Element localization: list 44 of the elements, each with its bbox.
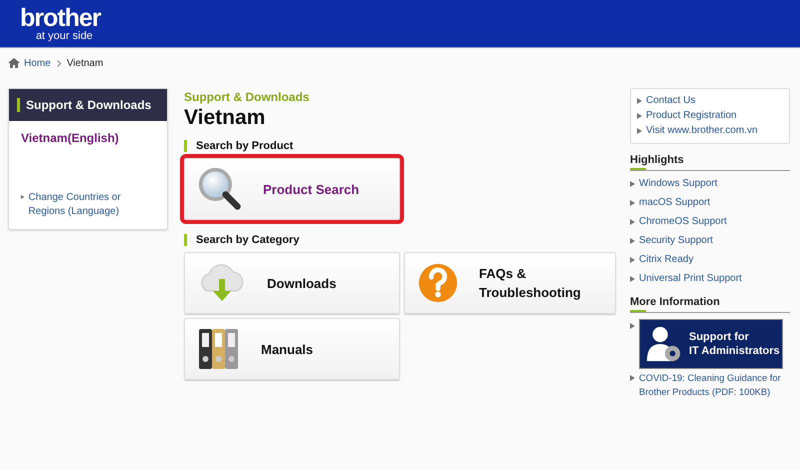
- highlight-link[interactable]: macOS Support: [639, 196, 710, 210]
- section-label: Support & Downloads: [184, 90, 310, 104]
- breadcrumb-link[interactable]: Home: [24, 58, 51, 68]
- triangle-icon: [630, 257, 635, 263]
- home-icon: [8, 58, 20, 68]
- page-title: Vietnam: [184, 106, 266, 130]
- triangle-icon: [637, 98, 642, 104]
- category-tile[interactable]: Downloads: [184, 252, 400, 314]
- triangle-icon: [630, 276, 635, 282]
- triangle-icon: [630, 200, 635, 206]
- quick-link[interactable]: Product Registration: [646, 109, 737, 123]
- triangle-icon: [637, 113, 642, 119]
- region-link[interactable]: Vietnam(English): [21, 131, 155, 145]
- person-gear-icon: [645, 325, 683, 363]
- highlight-link[interactable]: Windows Support: [639, 177, 718, 191]
- triangle-icon: [630, 219, 635, 225]
- triangle-icon: [630, 238, 635, 244]
- section-heading: More Information: [630, 296, 790, 313]
- highlight-link[interactable]: Universal Print Support: [639, 272, 742, 286]
- category-tile[interactable]: FAQs & Troubleshooting: [404, 252, 616, 314]
- quick-link[interactable]: Contact Us: [646, 94, 696, 108]
- binders-icon: [197, 327, 241, 371]
- triangle-icon: [630, 375, 635, 381]
- tagline: at your side: [36, 30, 93, 42]
- document-link[interactable]: COVID-19: Cleaning Guidance for Brother Products (PDF: 100KB): [639, 371, 790, 399]
- highlight-link[interactable]: Citrix Ready: [639, 253, 694, 267]
- magnifier-icon: [197, 166, 243, 212]
- brand-logo[interactable]: brother: [20, 6, 100, 30]
- triangle-icon: [21, 194, 24, 200]
- section-heading: Search by Category: [184, 234, 616, 246]
- highlight-link[interactable]: ChromeOS Support: [639, 215, 727, 229]
- chevron-icon: [56, 60, 61, 66]
- breadcrumb-current: Vietnam: [66, 58, 104, 68]
- triangle-icon: [630, 323, 635, 329]
- section-heading: Highlights: [630, 154, 790, 171]
- triangle-icon: [630, 181, 635, 187]
- highlight-link[interactable]: Security Support: [639, 234, 713, 248]
- question-icon: [417, 262, 459, 304]
- change-region-link[interactable]: Change Countries or Regions (Language): [28, 191, 155, 219]
- quick-link[interactable]: Visit www.brother.com.vn: [646, 124, 758, 138]
- it-admin-banner[interactable]: Support for IT Administrators: [639, 319, 783, 369]
- sidebar-title: Support & Downloads: [17, 98, 152, 112]
- triangle-icon: [637, 128, 642, 134]
- category-tile[interactable]: Manuals: [184, 318, 400, 380]
